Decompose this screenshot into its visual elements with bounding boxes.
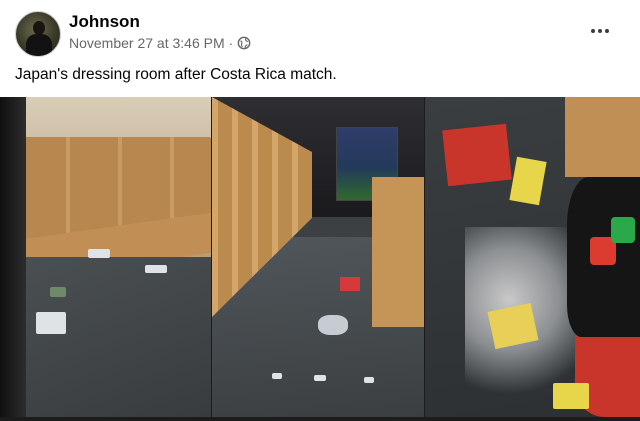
debris (553, 383, 589, 409)
debris (145, 265, 167, 273)
red-box (442, 123, 512, 187)
debris (364, 377, 374, 383)
can (611, 217, 635, 243)
globe-icon[interactable] (237, 36, 251, 50)
debris (318, 315, 348, 335)
avatar[interactable] (15, 11, 61, 57)
debris (36, 312, 66, 334)
cabinet (565, 97, 640, 177)
avatar-head (33, 21, 45, 35)
debris (88, 249, 110, 258)
door-frame (0, 97, 26, 417)
avatar-body (26, 34, 52, 56)
meta-separator: · (228, 35, 234, 51)
ellipsis-icon-dot (591, 29, 595, 33)
post-timestamp[interactable]: November 27 at 3:46 PM (69, 35, 225, 51)
more-options-button[interactable] (585, 18, 615, 44)
photo-panel-left (0, 97, 211, 417)
photo-panel-right (425, 97, 640, 417)
post-photo[interactable] (0, 97, 640, 421)
debris (50, 287, 66, 297)
debris (272, 373, 282, 379)
ellipsis-icon-dot (605, 29, 609, 33)
debris (314, 375, 326, 381)
post-meta: November 27 at 3:46 PM · (69, 35, 251, 51)
author-name[interactable]: Johnson (69, 12, 140, 32)
post-caption: Japan's dressing room after Costa Rica m… (15, 66, 337, 83)
ellipsis-icon-dot (598, 29, 602, 33)
debris (340, 277, 360, 291)
floor (0, 257, 211, 417)
facebook-post: Johnson November 27 at 3:46 PM · Japan's… (0, 0, 640, 421)
shelf (372, 177, 424, 327)
photo-panel-center (212, 97, 424, 417)
